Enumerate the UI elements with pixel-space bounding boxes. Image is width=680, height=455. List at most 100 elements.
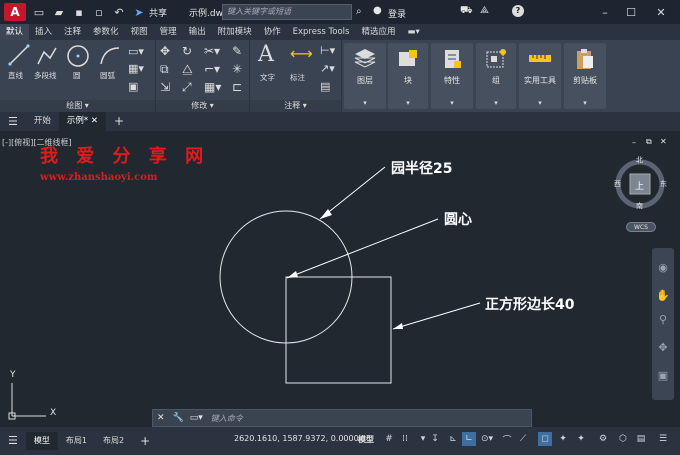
tab-parametric[interactable]: 参数化 <box>87 24 125 40</box>
tab-featured-apps[interactable]: 精选应用 <box>355 24 401 40</box>
layers-panel[interactable]: 图层 ▾ <box>344 43 386 109</box>
help-button[interactable]: ? <box>512 5 524 17</box>
tab-extra-icon[interactable]: ▬▾ <box>402 24 426 40</box>
orbit-icon[interactable]: ✥ <box>655 340 671 356</box>
save-icon[interactable]: ▪ <box>72 5 86 19</box>
command-close-icon[interactable]: ✕ <box>157 413 165 423</box>
cart-icon[interactable]: ⛟ <box>460 5 473 18</box>
tab-collaborate[interactable]: 协作 <box>258 24 287 40</box>
group-panel[interactable]: 组 ▾ <box>476 43 516 109</box>
pan-icon[interactable]: ✋ <box>655 288 671 304</box>
app-logo[interactable]: A <box>4 3 26 21</box>
arc-icon[interactable] <box>98 44 122 68</box>
dimension-tool-label[interactable]: 标注 <box>290 72 305 83</box>
annotation-scale-icon[interactable]: ✦ <box>574 432 588 446</box>
save-as-icon[interactable]: ▫ <box>92 5 106 19</box>
object-snap-tracking-icon[interactable]: ⟋ <box>516 432 530 446</box>
tab-insert[interactable]: 插入 <box>29 24 58 40</box>
add-layout-icon[interactable]: + <box>132 432 158 450</box>
viewcube-east[interactable]: 东 <box>660 179 667 189</box>
rectangle-icon[interactable]: ▭▾ <box>128 45 144 58</box>
close-button[interactable]: ✕ <box>652 3 670 21</box>
user-icon[interactable]: ● <box>373 5 382 16</box>
viewcube-top-face[interactable]: 上 <box>635 179 644 192</box>
login-button[interactable]: 登录 <box>388 7 406 20</box>
command-input[interactable]: 键入命令 <box>211 413 243 424</box>
object-snap-icon[interactable]: ◻ <box>538 432 552 446</box>
zoom-icon[interactable]: ⚲ <box>655 312 671 328</box>
rotate-icon[interactable]: ↻ <box>182 44 192 58</box>
array-icon[interactable]: ▦▾ <box>204 80 221 94</box>
layout-menu-icon[interactable]: ☰ <box>0 432 26 450</box>
share-icon[interactable]: ➤ <box>132 5 146 19</box>
isometric-icon[interactable]: ⌒ <box>500 432 514 446</box>
tab-layout2[interactable]: 布局2 <box>95 432 132 450</box>
stretch-icon[interactable]: ⇲ <box>160 80 170 94</box>
wcs-menu[interactable]: WCS <box>626 222 656 232</box>
tab-manage[interactable]: 管理 <box>154 24 183 40</box>
menu-icon[interactable]: ☰ <box>0 112 26 131</box>
ortho-mode-icon[interactable]: ∟ <box>462 432 476 446</box>
ortho-icon[interactable]: ⊾ <box>446 432 460 446</box>
tab-express-tools[interactable]: Express Tools <box>287 24 356 40</box>
move-icon[interactable]: ✥ <box>160 44 170 58</box>
hatch-icon[interactable]: ▦▾ <box>128 62 144 75</box>
explode-icon[interactable]: ✳ <box>232 62 242 76</box>
lineweight-icon[interactable]: ✦ <box>556 432 570 446</box>
modify-panel-title[interactable]: 修改 ▾ <box>156 100 249 112</box>
drawn-square[interactable] <box>285 276 392 384</box>
command-history-icon[interactable]: ▭▾ <box>190 413 203 423</box>
line-icon[interactable] <box>8 44 30 66</box>
mirror-icon[interactable]: ⧋ <box>182 62 193 77</box>
close-tab-icon[interactable]: ✕ <box>91 116 98 126</box>
hardware-acceleration-icon[interactable]: ▤ <box>634 432 648 446</box>
tab-annotate[interactable]: 注释 <box>58 24 87 40</box>
tab-start[interactable]: 开始 <box>26 112 59 131</box>
undo-icon[interactable]: ↶ <box>112 5 126 19</box>
tab-current-drawing[interactable]: 示例* ✕ <box>58 112 106 131</box>
share-button[interactable]: 共享 <box>149 6 167 19</box>
minimize-button[interactable]: – <box>596 3 614 21</box>
model-space-button[interactable]: 模型 <box>358 434 374 445</box>
fillet-icon[interactable]: ⌐▾ <box>204 62 220 76</box>
infer-constraints-icon[interactable]: ↧ <box>428 432 442 446</box>
new-file-icon[interactable]: ▭ <box>32 5 46 19</box>
text-icon[interactable]: A <box>258 42 274 67</box>
erase-icon[interactable]: ✎ <box>232 44 242 58</box>
dimension-icon[interactable]: ⟷ <box>290 44 313 63</box>
command-customize-icon[interactable]: 🔧 <box>173 413 184 423</box>
polar-tracking-icon[interactable]: ⊙▾ <box>480 432 494 446</box>
viewcube-north[interactable]: 北 <box>636 155 643 165</box>
search-icon[interactable]: ⌕ <box>356 6 362 17</box>
scale-icon[interactable]: ⤢ <box>182 80 192 95</box>
boundary-icon[interactable]: ▣ <box>128 80 138 93</box>
isolate-icon[interactable]: ⬡ <box>616 432 630 446</box>
table-icon[interactable]: ▤ <box>320 80 330 93</box>
tab-layout1[interactable]: 布局1 <box>58 432 95 450</box>
steering-wheel-icon[interactable]: ◉ <box>655 260 671 276</box>
tab-addins[interactable]: 附加模块 <box>212 24 258 40</box>
block-panel[interactable]: 块 ▾ <box>388 43 428 109</box>
properties-panel[interactable]: 特性 ▾ <box>431 43 473 109</box>
trim-icon[interactable]: ✂▾ <box>204 44 220 58</box>
linear-dim-icon[interactable]: ⊢▾ <box>320 44 335 57</box>
copy-icon[interactable]: ⧉ <box>160 62 169 77</box>
search-input[interactable]: 键入关键字或短语 <box>222 4 352 20</box>
circle-icon[interactable] <box>66 44 90 68</box>
maximize-button[interactable]: ☐ <box>622 3 640 21</box>
new-tab-icon[interactable]: + <box>106 112 132 131</box>
workspace-icon[interactable]: ⚙ <box>596 432 610 446</box>
draw-panel-title[interactable]: 绘图 ▾ <box>0 100 155 112</box>
showmotion-icon[interactable]: ▣ <box>655 368 671 384</box>
line-tool-label[interactable]: 直线 <box>8 70 23 81</box>
tab-view[interactable]: 视图 <box>125 24 154 40</box>
viewcube-west[interactable]: 西 <box>614 179 621 189</box>
tab-model[interactable]: 模型 <box>25 432 58 450</box>
annotation-panel-title[interactable]: 注释 ▾ <box>250 100 341 112</box>
circle-tool-label[interactable]: 圆 <box>73 70 81 81</box>
text-tool-label[interactable]: 文字 <box>260 72 275 83</box>
leader-icon[interactable]: ↗▾ <box>320 62 335 75</box>
tab-output[interactable]: 输出 <box>183 24 212 40</box>
viewcube-south[interactable]: 南 <box>636 201 643 211</box>
coordinates-readout[interactable]: 2620.1610, 1587.9372, 0.0000 <box>234 434 359 443</box>
